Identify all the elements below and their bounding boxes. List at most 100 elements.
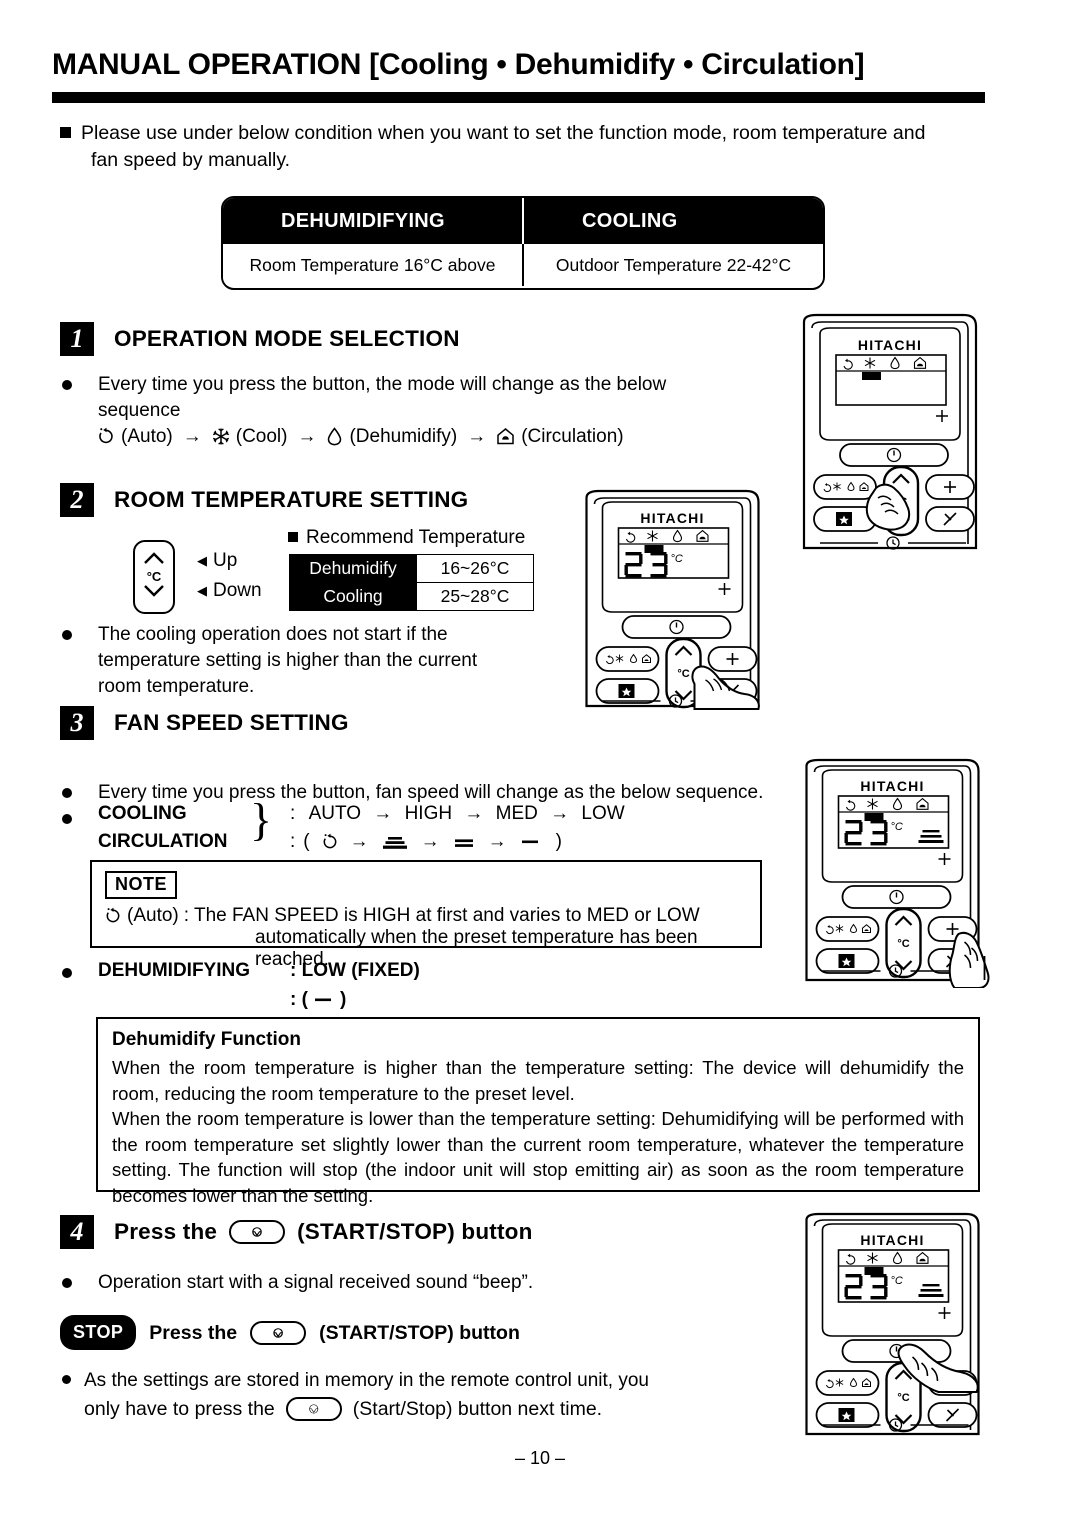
celsius-label: °C (146, 569, 162, 584)
fan-mode-cooling: COOLING (98, 803, 187, 824)
remote-control-illustration-step4: HITACHI °C °C (786, 1212, 1001, 1447)
note-tag: NOTE (105, 871, 178, 899)
step-4-number: 4 (60, 1215, 94, 1249)
step-1-bullet-line-1: Every time you press the button, the mod… (98, 374, 667, 395)
step-3-heading: 3 FAN SPEED SETTING (60, 706, 349, 740)
remote-control-illustration-step3: HITACHI °C °C (786, 758, 1001, 993)
round-bullet-icon (62, 630, 72, 640)
step-1-heading: 1 OPERATION MODE SELECTION (60, 322, 460, 356)
dehumidifying-fan-label: DEHUMIDIFYING (98, 960, 250, 981)
stop-instruction-row: STOP Press the ⎉ (START/STOP) button (60, 1315, 520, 1350)
start-stop-button-icon[interactable]: ⎉ (285, 1397, 342, 1421)
condition-table-header-row: DEHUMIDIFYING COOLING (223, 198, 823, 244)
dehumidify-function-para-2: When the room temperature is lower than … (112, 1108, 964, 1206)
chevron-up-icon (143, 552, 165, 570)
fan-med-bars-icon (451, 828, 477, 856)
step-4-title-pre: Press the (114, 1219, 218, 1244)
title-rule (52, 92, 985, 103)
page-title-main: MANUAL OPERATION (52, 48, 362, 81)
chevron-down-icon (143, 584, 165, 602)
manual-page: MANUAL OPERATION [Cooling • Dehumidify •… (0, 0, 1080, 1528)
square-bullet-icon (288, 532, 298, 542)
fan-speed-med: MED (495, 803, 538, 824)
recommend-temperature-label: Recommend Temperature (306, 527, 526, 548)
condition-header-cooling: COOLING (582, 209, 678, 232)
memory-line-2-pre: only have to press the (84, 1398, 275, 1420)
circulation-house-icon (496, 426, 515, 448)
recommend-range-dehumidify: 16~26°C (416, 554, 534, 583)
mode-label-dehumidify: (Dehumidify) (349, 426, 458, 447)
table-row: Dehumidify 16~26°C (289, 554, 534, 583)
mode-sequence: (Auto) → (Cool) → (Dehumidify) → (Circul… (98, 426, 624, 448)
auto-circle-icon (322, 828, 339, 856)
water-drop-icon (326, 426, 343, 448)
temperature-updown-button[interactable]: °C (133, 540, 175, 614)
power-symbol-icon: ⎉ (251, 1223, 264, 1241)
svg-text:°C: °C (897, 1392, 909, 1404)
left-triangle-icon: ◀ (197, 583, 207, 598)
brace-icon: } (250, 794, 273, 845)
note-box: NOTE (Auto) : The FAN SPEED is HIGH at f… (90, 860, 762, 970)
fan-speed-sequences: : AUTO → HIGH → MED → LOW : ( → → →) (290, 800, 625, 856)
recommend-temperature-table: Dehumidify 16~26°C Cooling 25~28°C (289, 554, 534, 611)
page-number: – 10 – (514, 1448, 566, 1468)
lcd-mode-highlight (862, 372, 881, 380)
step-2-bullet-line-3: room temperature. (98, 676, 255, 697)
remote-control-illustration-step1: HITACHI (786, 312, 996, 562)
paren-open: ( (303, 831, 310, 852)
memory-line-2-post: (Start/Stop) button next time. (352, 1398, 603, 1420)
remote-control-illustration-step2: HITACHI °C °C (566, 488, 781, 718)
up-label: Up (213, 550, 238, 571)
fan-arrow-1: → (373, 803, 393, 824)
step-2-title: ROOM TEMPERATURE SETTING (114, 487, 469, 512)
svg-text:HITACHI: HITACHI (860, 778, 924, 794)
fan-arrow-2: → (464, 803, 484, 824)
svg-text:°C: °C (891, 1275, 903, 1287)
fan-speed-auto: AUTO (308, 803, 361, 824)
start-stop-button-icon[interactable]: ⎉ (229, 1220, 286, 1244)
round-bullet-icon (62, 1278, 72, 1288)
lcd-unit-label: °C (671, 553, 683, 565)
round-bullet-icon (62, 814, 72, 824)
step-4-bullet: Operation start with a signal received s… (62, 1270, 762, 1296)
step-1-title: OPERATION MODE SELECTION (114, 326, 460, 351)
round-bullet-icon (62, 968, 72, 978)
dehumidifying-fan-symbol-row: : ( ) (290, 985, 346, 1014)
fan-arrow-3: → (550, 803, 570, 824)
note-line-1: (Auto) : The FAN SPEED is HIGH at first … (105, 905, 747, 927)
paren-close: ) (555, 831, 562, 852)
colon-2: : (290, 831, 296, 852)
recommend-temperature-title: Recommend Temperature (288, 527, 525, 549)
intro-paragraph: Please use under below condition when yo… (60, 120, 990, 174)
left-triangle-icon: ◀ (197, 553, 207, 568)
fan-arrow-6: → (487, 831, 507, 852)
step-2-heading: 2 ROOM TEMPERATURE SETTING (60, 483, 468, 517)
sequence-arrow-1: → (182, 426, 202, 447)
updown-labels: ◀ Up ◀ Down (197, 546, 262, 606)
auto-circle-icon (98, 426, 115, 448)
dehumidifying-symbol-post: ) (339, 989, 347, 1010)
start-stop-button-icon[interactable]: ⎉ (250, 1320, 307, 1345)
step-3-title: FAN SPEED SETTING (114, 710, 349, 735)
sequence-arrow-3: → (467, 426, 487, 447)
sequence-arrow-2: → (297, 426, 317, 447)
svg-text:°C: °C (897, 938, 909, 950)
up-label-row: ◀ Up (197, 546, 262, 576)
step-4-bullet-line-1: Operation start with a signal received s… (98, 1272, 534, 1293)
fan-low-bar-icon (518, 828, 542, 856)
condition-table: DEHUMIDIFYING COOLING Room Temperature 1… (221, 196, 825, 290)
step-1-bullet-line-2: sequence (98, 400, 181, 421)
step-4-title: Press the ⎉ (START/STOP) button (114, 1219, 533, 1245)
snowflake-icon (212, 426, 230, 448)
round-bullet-icon (62, 1375, 71, 1384)
fan-arrow-5: → (420, 831, 440, 852)
fan-speed-symbol-row: : ( → → →) (290, 828, 625, 856)
note-auto-text: : The FAN SPEED is HIGH at first and var… (183, 905, 700, 926)
auto-circle-icon (105, 905, 122, 927)
condition-value-dehumidifying: Room Temperature 16°C above (223, 244, 524, 286)
note-auto-label: (Auto) (127, 905, 179, 926)
dehumidify-function-title: Dehumidify Function (112, 1029, 301, 1050)
recommend-mode-dehumidify: Dehumidify (289, 554, 417, 583)
fan-speed-low: LOW (581, 803, 625, 824)
mode-label-cool: (Cool) (235, 426, 288, 447)
